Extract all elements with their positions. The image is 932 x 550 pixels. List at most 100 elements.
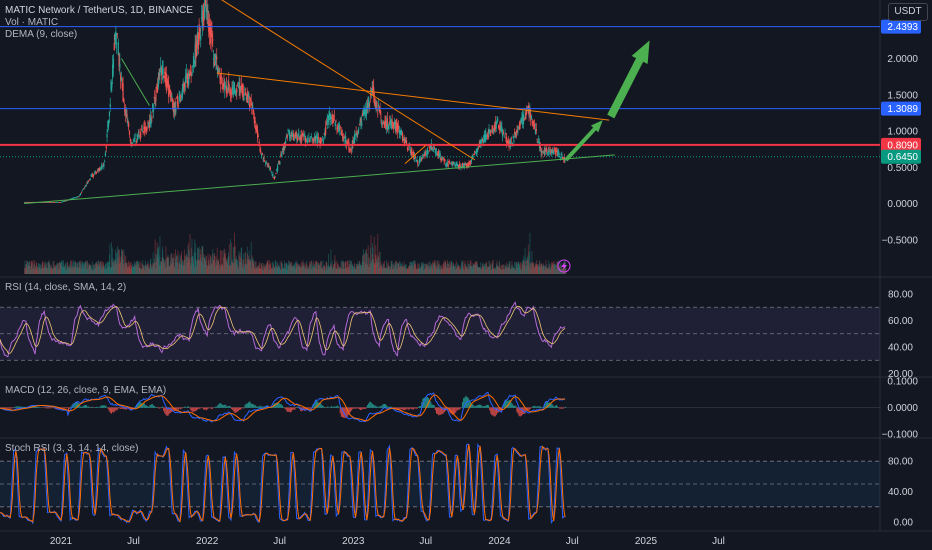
macd-histogram-bar bbox=[224, 404, 226, 408]
macd-histogram-bar bbox=[195, 407, 197, 411]
macd-histogram-bar bbox=[286, 407, 288, 412]
macd-histogram-bar bbox=[380, 406, 382, 408]
candle-body bbox=[332, 117, 334, 124]
macd-histogram-bar bbox=[20, 406, 22, 408]
macd-histogram-bar bbox=[249, 401, 251, 408]
macd-histogram-bar bbox=[491, 407, 493, 416]
candle-body bbox=[269, 167, 272, 170]
macd-histogram-bar bbox=[320, 403, 322, 408]
macd-histogram-bar bbox=[38, 407, 40, 408]
macd-histogram-bar bbox=[120, 407, 122, 409]
macd-histogram-bar bbox=[64, 407, 66, 409]
candle-body bbox=[83, 188, 85, 190]
macd-histogram-bar bbox=[117, 407, 119, 409]
candle-body bbox=[212, 39, 214, 41]
macd-histogram-bar bbox=[186, 406, 188, 408]
candle-body bbox=[105, 145, 107, 149]
candle-body bbox=[397, 125, 400, 129]
time-tick-label: 2023 bbox=[342, 536, 365, 547]
macd-histogram-bar bbox=[116, 407, 118, 411]
macd-histogram-bar bbox=[157, 407, 159, 409]
candle-body bbox=[108, 120, 110, 126]
candle-body bbox=[564, 160, 566, 162]
macd-histogram-bar bbox=[112, 407, 114, 413]
candle-body bbox=[552, 150, 554, 155]
candle-body bbox=[96, 172, 98, 174]
currency-button[interactable]: USDT bbox=[888, 3, 928, 21]
macd-histogram-bar bbox=[307, 407, 310, 409]
candle-body bbox=[277, 165, 279, 171]
price-badge-label: 0.6450 bbox=[887, 152, 918, 163]
candle-body bbox=[252, 105, 254, 108]
candle-body bbox=[320, 141, 322, 143]
macd-histogram-bar bbox=[215, 406, 217, 408]
candle-body bbox=[501, 126, 503, 131]
candle-body bbox=[261, 153, 263, 157]
candle-body bbox=[170, 92, 172, 95]
macd-histogram-bar bbox=[194, 407, 196, 412]
candle-body bbox=[431, 146, 433, 150]
macd-histogram-bar bbox=[228, 405, 230, 408]
macd-histogram-bar bbox=[151, 403, 153, 408]
macd-histogram-bar bbox=[554, 405, 556, 408]
macd-histogram-bar bbox=[45, 407, 47, 409]
macd-histogram-bar bbox=[216, 406, 218, 408]
candle-body bbox=[268, 164, 270, 166]
macd-histogram-bar bbox=[10, 407, 12, 409]
macd-histogram-bar bbox=[235, 407, 237, 413]
candle-body bbox=[176, 95, 179, 105]
candle-body bbox=[513, 139, 515, 142]
candle-body bbox=[220, 77, 222, 84]
candle-body bbox=[541, 150, 543, 155]
candle-body bbox=[482, 139, 485, 143]
macd-histogram-bar bbox=[488, 405, 490, 408]
candle-body bbox=[429, 146, 431, 151]
candle-body bbox=[97, 170, 99, 171]
candle-body bbox=[223, 80, 225, 87]
macd-histogram-bar bbox=[297, 407, 299, 408]
macd-histogram-bar bbox=[163, 407, 165, 411]
macd-histogram-bar bbox=[553, 406, 555, 408]
macd-histogram-bar bbox=[387, 406, 389, 408]
stoch-tick-label: 0.00 bbox=[894, 518, 914, 529]
candle-body bbox=[310, 135, 312, 138]
macd-histogram-bar bbox=[517, 407, 519, 414]
macd-histogram-bar bbox=[324, 407, 327, 408]
macd-histogram-bar bbox=[226, 406, 228, 408]
candle-body bbox=[226, 92, 228, 94]
macd-histogram-bar bbox=[184, 406, 186, 408]
macd-histogram-bar bbox=[294, 407, 296, 410]
macd-histogram-bar bbox=[236, 407, 238, 412]
price-tick-label: 2.0000 bbox=[887, 54, 918, 65]
macd-histogram-bar bbox=[16, 406, 19, 408]
macd-histogram-bar bbox=[221, 404, 224, 408]
stoch-band bbox=[0, 461, 880, 507]
candle-body bbox=[334, 122, 336, 127]
candle-body bbox=[433, 148, 436, 150]
candle-body bbox=[80, 192, 83, 194]
candle-body bbox=[435, 148, 437, 154]
time-tick-label: Jul bbox=[566, 536, 579, 547]
candle-body bbox=[87, 181, 89, 184]
macd-histogram-bar bbox=[261, 406, 263, 408]
candle-body bbox=[547, 149, 549, 155]
chart-canvas[interactable]: 2.0000 1.5000 1.0000 0.5000 0.0000 −0.5000 2.4… bbox=[0, 0, 932, 550]
candle-body bbox=[128, 122, 130, 128]
candle-body bbox=[536, 139, 538, 140]
macd-histogram-bar bbox=[408, 407, 410, 410]
macd-histogram-bar bbox=[439, 407, 441, 415]
candle-body bbox=[93, 173, 95, 175]
candle-body bbox=[339, 125, 341, 130]
macd-histogram-bar bbox=[233, 407, 235, 412]
candle-body bbox=[517, 130, 519, 132]
candle-body bbox=[297, 133, 300, 137]
dema-legend: DEMA (9, close) bbox=[5, 29, 78, 40]
candle-body bbox=[325, 126, 327, 135]
macd-histogram-bar bbox=[244, 404, 246, 408]
candle-body bbox=[335, 121, 337, 123]
candle-body bbox=[309, 140, 311, 142]
macd-histogram-bar bbox=[515, 405, 517, 408]
candle-body bbox=[523, 118, 525, 121]
candle-body bbox=[360, 118, 362, 122]
macd-histogram-bar bbox=[144, 405, 147, 408]
